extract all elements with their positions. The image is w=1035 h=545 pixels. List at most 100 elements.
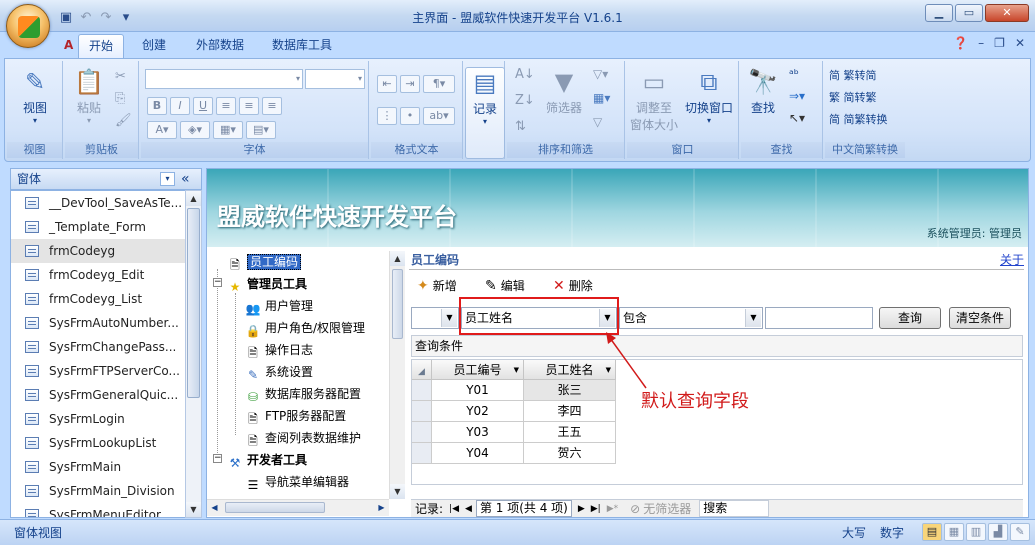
filter-button[interactable]: ▼ 筛选器 <box>541 67 587 116</box>
value-input[interactable] <box>765 307 873 329</box>
list-item[interactable]: frmCodeyg_Edit <box>11 263 185 287</box>
replace-icon[interactable]: ᵃᵇ <box>789 67 799 81</box>
tree-node-ftp-config[interactable]: 🗎 FTP服务器配置 <box>245 405 346 427</box>
maximize-button[interactable]: ▭ <box>955 4 983 22</box>
highlight-icon[interactable]: ab▾ <box>423 107 455 125</box>
records-button[interactable]: ▤ 记录 ▾ <box>465 67 505 159</box>
bold-icon[interactable]: B <box>147 97 167 115</box>
prev-record-icon[interactable]: ◀ <box>465 500 472 518</box>
list-item[interactable]: frmCodeyg <box>11 239 185 263</box>
column-header-emp-no[interactable]: 员工编号 ▼ <box>432 360 524 380</box>
close-button[interactable]: ✕ <box>985 4 1029 22</box>
tree-node-roles[interactable]: 🔒 用户角色/权限管理 <box>245 317 366 339</box>
first-record-icon[interactable]: |◀ <box>449 500 459 518</box>
clear-sort-icon[interactable]: ⇅ <box>515 119 526 134</box>
tree-node-nav-editor[interactable]: ☰ 导航菜单编辑器 <box>245 471 349 493</box>
pivot-table-icon[interactable]: ▥ <box>966 523 986 541</box>
align-center-icon[interactable]: ≡ <box>239 97 259 115</box>
list-item[interactable]: SysFrmLogin <box>11 407 185 431</box>
t2s-button[interactable]: 简 繁转简 <box>829 67 877 83</box>
numbering-icon[interactable]: ⋮ <box>377 107 397 125</box>
list-item[interactable]: SysFrmChangePass... <box>11 335 185 359</box>
list-item[interactable]: __DevTool_SaveAsTe... <box>11 191 185 215</box>
row-selector[interactable] <box>412 443 432 464</box>
paste-button[interactable]: 📋 粘贴 ▾ <box>69 67 109 125</box>
scroll-up-icon[interactable]: ▲ <box>186 191 201 206</box>
operator-select[interactable]: 包含 ▼ <box>619 307 763 329</box>
outdent-icon[interactable]: ⇤ <box>377 75 397 93</box>
collapse-icon[interactable]: − <box>213 454 222 463</box>
underline-icon[interactable]: U <box>193 97 213 115</box>
tab-home[interactable]: 开始 <box>78 34 125 58</box>
fit-window-button[interactable]: ▭ 调整至 窗体大小 <box>629 67 679 133</box>
view-button[interactable]: ✎ 视图 ▾ <box>11 67 59 125</box>
sort-asc-icon[interactable]: A↓ <box>515 67 535 82</box>
design-view-icon[interactable]: ✎ <box>1010 523 1030 541</box>
switch-window-button[interactable]: ⧉ 切换窗口 ▾ <box>681 67 737 125</box>
row-selector[interactable] <box>412 401 432 422</box>
convert-button[interactable]: 简 简繁转换 <box>829 111 888 127</box>
clear-conditions-button[interactable]: 清空条件 <box>949 307 1011 329</box>
list-item[interactable]: SysFrmFTPServerCo... <box>11 359 185 383</box>
row-selector[interactable] <box>412 380 432 401</box>
record-position[interactable]: 第 1 项(共 4 项) <box>475 500 572 517</box>
sort-desc-icon[interactable]: Z↓ <box>515 93 535 108</box>
copy-icon[interactable]: ⎘ <box>115 91 125 106</box>
nav-pane-dropdown-icon[interactable]: ▾ <box>160 172 175 186</box>
tab-database-tools[interactable]: 数据库工具 <box>262 34 342 58</box>
ribbon-minimize-icon[interactable]: – <box>978 36 984 50</box>
tree-node-list-maint[interactable]: 🗎 查阅列表数据维护 <box>245 427 361 449</box>
query-button[interactable]: 查询 <box>879 307 941 329</box>
align-left-icon[interactable]: ≡ <box>216 97 236 115</box>
scroll-right-icon[interactable]: ▶ <box>374 500 389 515</box>
table-cell[interactable]: Y04 <box>432 443 524 464</box>
scroll-thumb[interactable] <box>392 269 403 339</box>
no-filter-label[interactable]: 无筛选器 <box>643 500 691 518</box>
list-item[interactable]: SysFrmMenuEditor <box>11 503 185 517</box>
indent-icon[interactable]: ⇥ <box>400 75 420 93</box>
alt-row-color-icon[interactable]: ▤▾ <box>246 121 276 139</box>
table-cell[interactable]: Y03 <box>432 422 524 443</box>
list-item[interactable]: SysFrmLookupList <box>11 431 185 455</box>
tree-node-dev-tools[interactable]: ⚒ 开发者工具 <box>227 449 307 471</box>
delete-button[interactable]: ✕ 删除 <box>553 277 593 294</box>
list-item[interactable]: frmCodeyg_List <box>11 287 185 311</box>
list-item[interactable]: SysFrmAutoNumber... <box>11 311 185 335</box>
row-selector[interactable] <box>412 422 432 443</box>
tree-node-db-config[interactable]: ⛁ 数据库服务器配置 <box>245 383 361 405</box>
scroll-down-icon[interactable]: ▼ <box>390 484 405 499</box>
tree-node-user-mgmt[interactable]: 👥 用户管理 <box>245 295 314 317</box>
next-record-icon[interactable]: ▶ <box>578 500 585 518</box>
gridlines-icon[interactable]: ▦▾ <box>213 121 243 139</box>
scroll-thumb[interactable] <box>187 208 200 398</box>
tree-horizontal-scrollbar[interactable]: ◀ ▶ <box>207 499 389 516</box>
scroll-down-icon[interactable]: ▼ <box>186 502 201 517</box>
pivot-chart-icon[interactable]: ▟ <box>988 523 1008 541</box>
tree-node-admin-tools[interactable]: ★ 管理员工具 <box>227 273 307 295</box>
rtl-icon[interactable]: ¶▾ <box>423 75 455 93</box>
tree-vertical-scrollbar[interactable]: ▲ ▼ <box>389 251 405 499</box>
tree-node-emp-code[interactable]: 🗎 员工编码 <box>227 251 302 273</box>
add-button[interactable]: ✦ 新增 <box>417 277 457 294</box>
search-input[interactable]: 搜索 <box>699 500 770 517</box>
last-record-icon[interactable]: ▶| <box>591 500 601 518</box>
list-item[interactable]: SysFrmMain <box>11 455 185 479</box>
select-all-header[interactable]: ◢ <box>412 360 432 380</box>
datasheet-view-icon[interactable]: ▦ <box>944 523 964 541</box>
table-cell[interactable]: 贺六 <box>524 443 616 464</box>
restore-icon[interactable]: ❐ <box>994 36 1005 50</box>
logic-select[interactable]: ▼ <box>411 307 459 329</box>
scroll-up-icon[interactable]: ▲ <box>390 251 405 266</box>
nav-pane-scrollbar[interactable]: ▲ ▼ <box>185 190 202 518</box>
format-painter-icon[interactable]: 🖌 <box>115 113 132 128</box>
align-right-icon[interactable]: ≡ <box>262 97 282 115</box>
select-icon[interactable]: ↖▾ <box>789 111 805 125</box>
scroll-thumb[interactable] <box>225 502 325 513</box>
tree-node-settings[interactable]: ✎ 系统设置 <box>245 361 313 383</box>
font-name-combo[interactable]: ▾ <box>145 69 303 89</box>
bullets-icon[interactable]: • <box>400 107 420 125</box>
edit-button[interactable]: ✎ 编辑 <box>485 277 525 294</box>
list-item[interactable]: SysFrmGeneralQuic... <box>11 383 185 407</box>
new-record-icon[interactable]: ▶* <box>607 500 618 518</box>
table-cell[interactable]: 李四 <box>524 401 616 422</box>
